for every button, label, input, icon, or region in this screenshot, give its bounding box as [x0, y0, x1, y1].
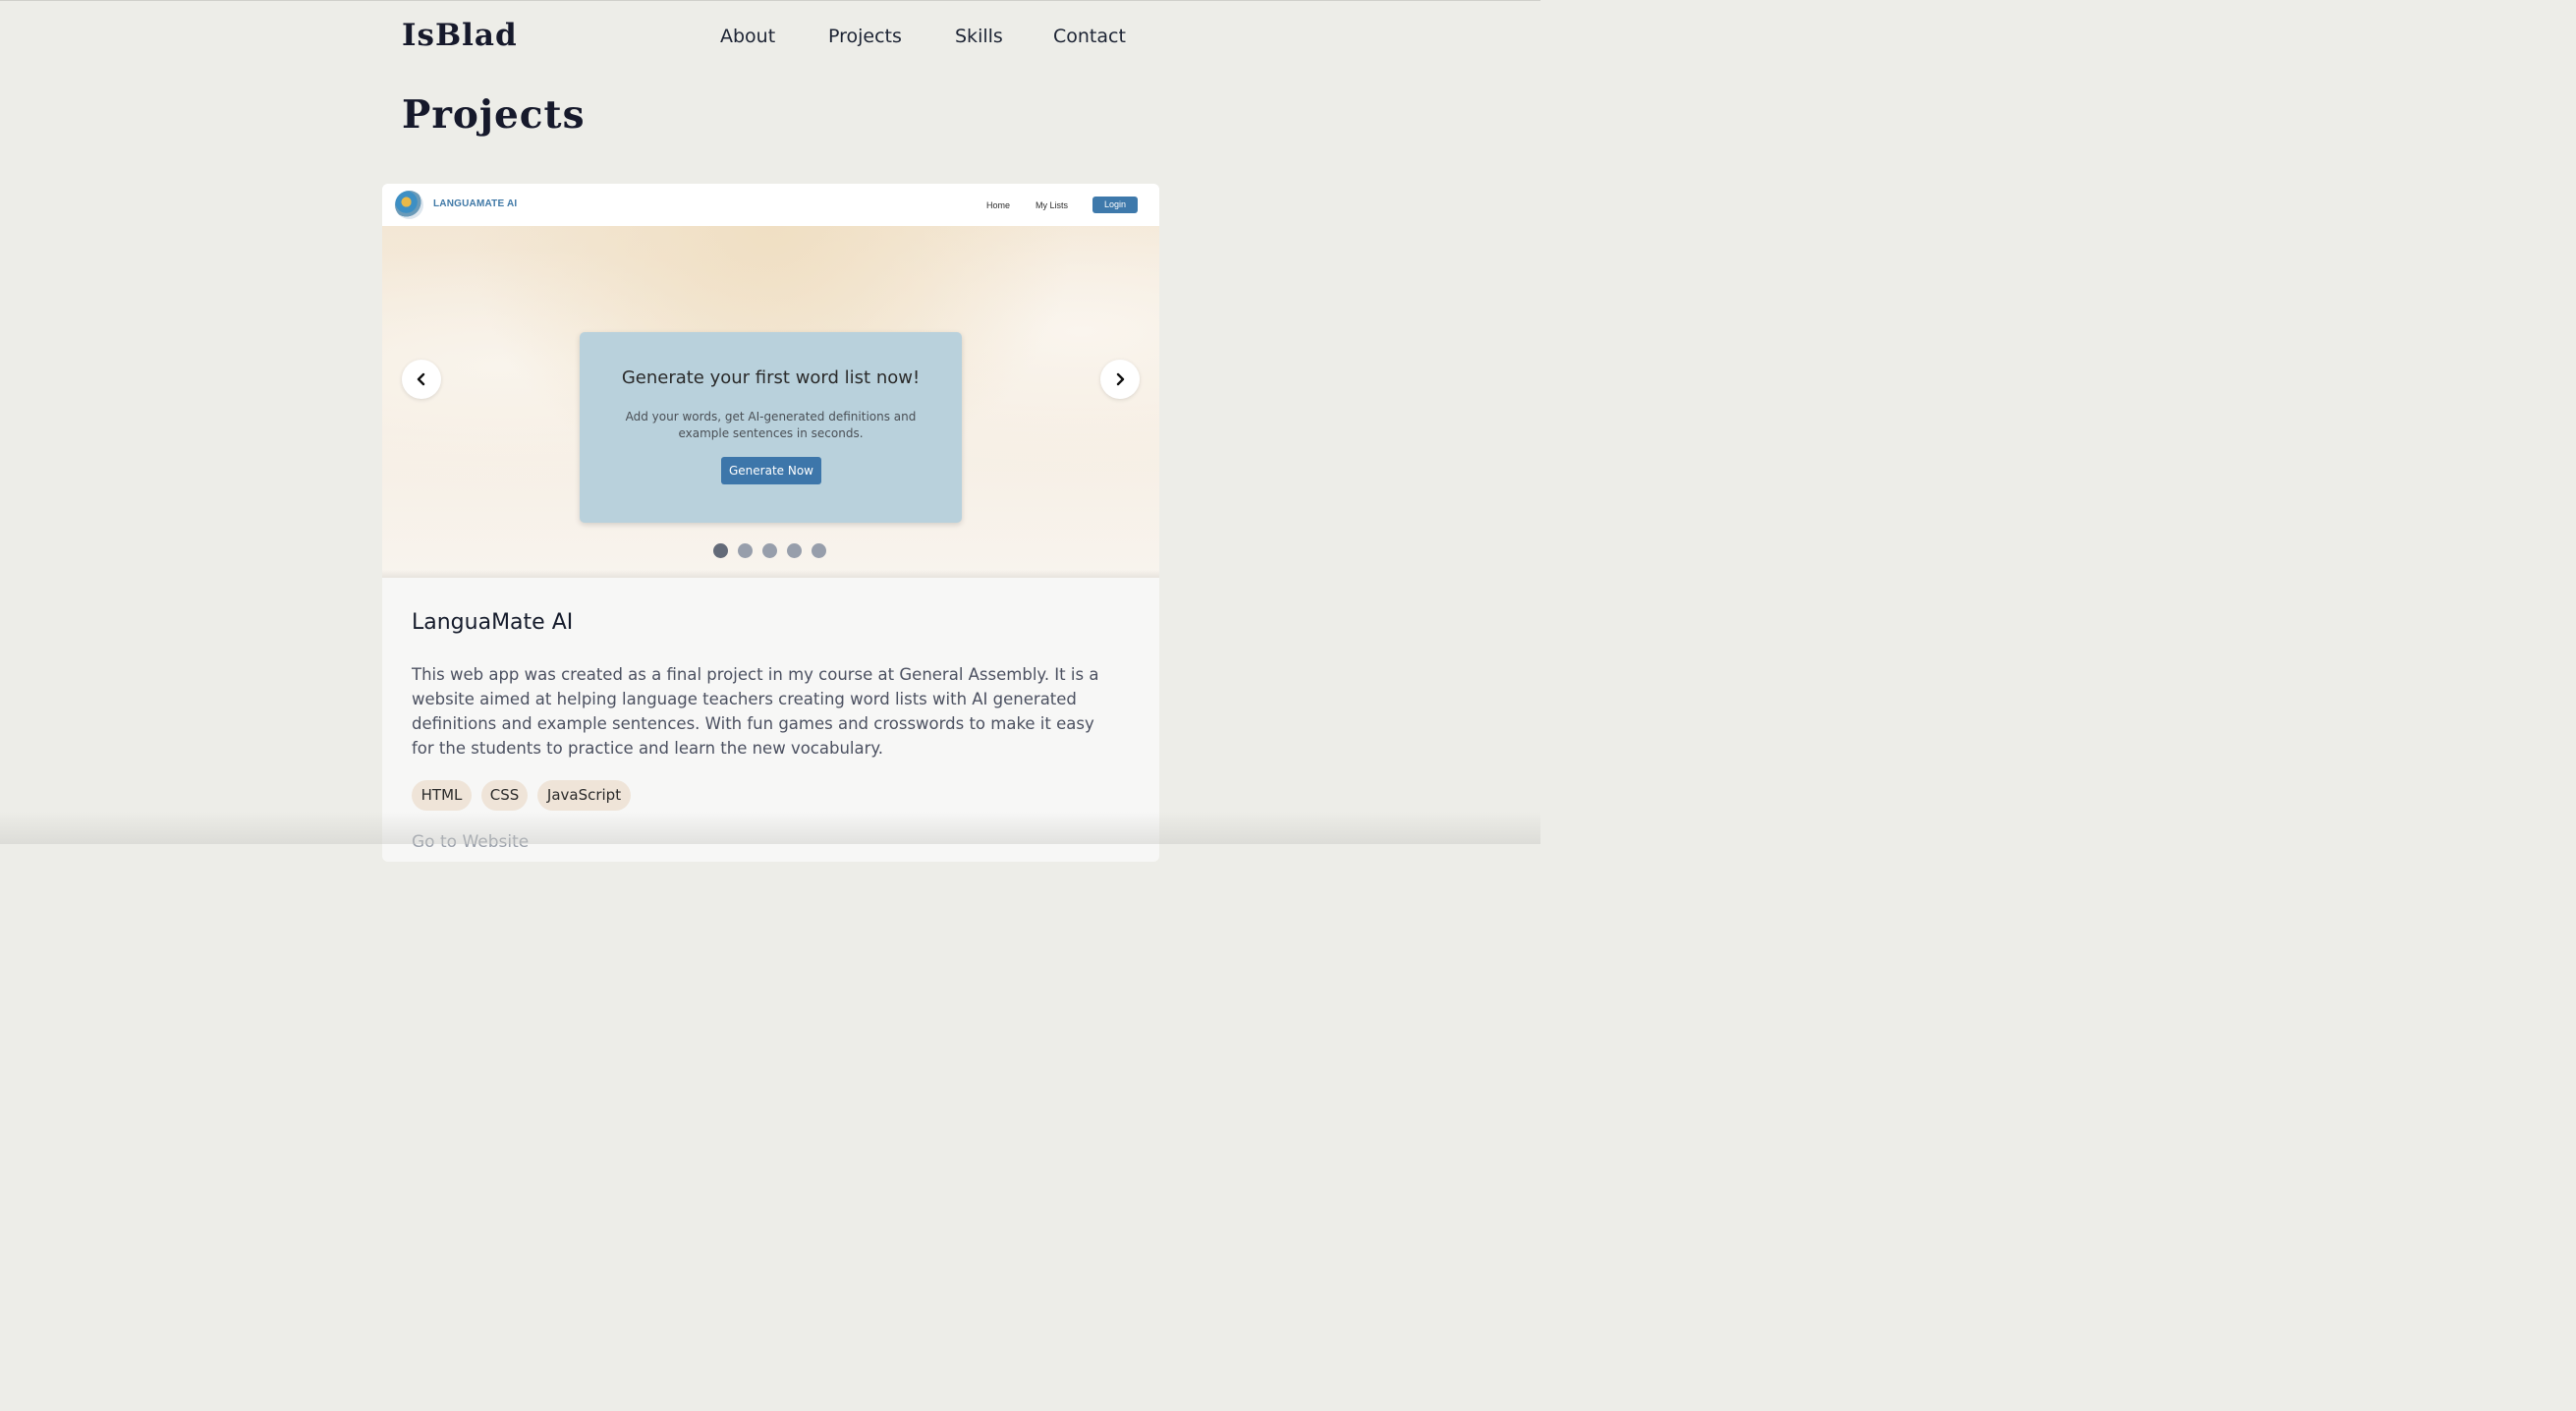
- carousel-indicators: [382, 543, 1159, 559]
- screenshot-bottom-shadow: [382, 570, 1159, 578]
- carousel-next-button[interactable]: [1100, 360, 1140, 399]
- screenshot-navbar: LANGUAMATE AI Home My Lists Login: [382, 184, 1159, 226]
- carousel-dot[interactable]: [762, 543, 777, 558]
- hero-generate-button: Generate Now: [721, 457, 821, 484]
- nav-link-about[interactable]: About: [720, 26, 775, 47]
- top-divider: [0, 0, 1540, 1]
- nav-link-contact[interactable]: Contact: [1053, 26, 1126, 47]
- project-title: LanguaMate AI: [412, 610, 574, 635]
- go-to-website-link[interactable]: Go to Website: [412, 832, 529, 852]
- project-description: This web app was created as a final proj…: [412, 665, 1099, 758]
- page-title: Projects: [402, 92, 586, 138]
- screenshot-brand: LANGUAMATE AI: [433, 198, 518, 209]
- hero-subtitle: Add your words, get AI-generated definit…: [625, 410, 917, 440]
- screenshot-nav-home: Home: [986, 200, 1011, 210]
- screenshot-nav-my-lists: My Lists: [1036, 200, 1069, 210]
- tag-javascript: JavaScript: [537, 780, 631, 811]
- chevron-right-icon: [1116, 372, 1125, 386]
- project-card: LANGUAMATE AI Home My Lists Login Genera…: [382, 184, 1159, 862]
- nav-link-skills[interactable]: Skills: [955, 26, 1003, 47]
- carousel-dot[interactable]: [713, 543, 728, 558]
- nav-link-projects[interactable]: Projects: [828, 26, 902, 47]
- project-screenshot-carousel: LANGUAMATE AI Home My Lists Login Genera…: [382, 184, 1159, 578]
- hero-title: Generate your first word list now!: [621, 367, 921, 388]
- tag-css: CSS: [481, 780, 528, 811]
- hero-callout: Generate your first word list now! Add y…: [580, 332, 962, 523]
- carousel-dot[interactable]: [787, 543, 802, 558]
- carousel-dot[interactable]: [738, 543, 753, 558]
- screenshot-login-button: Login: [1092, 197, 1138, 213]
- tag-html: HTML: [412, 780, 472, 811]
- brain-globe-icon: [395, 191, 423, 219]
- carousel-dot[interactable]: [812, 543, 826, 558]
- chevron-left-icon: [417, 372, 425, 386]
- screenshot-hero: Generate your first word list now! Add y…: [382, 226, 1159, 578]
- carousel-prev-button[interactable]: [402, 360, 441, 399]
- main-nav: About Projects Skills Contact: [0, 26, 1540, 55]
